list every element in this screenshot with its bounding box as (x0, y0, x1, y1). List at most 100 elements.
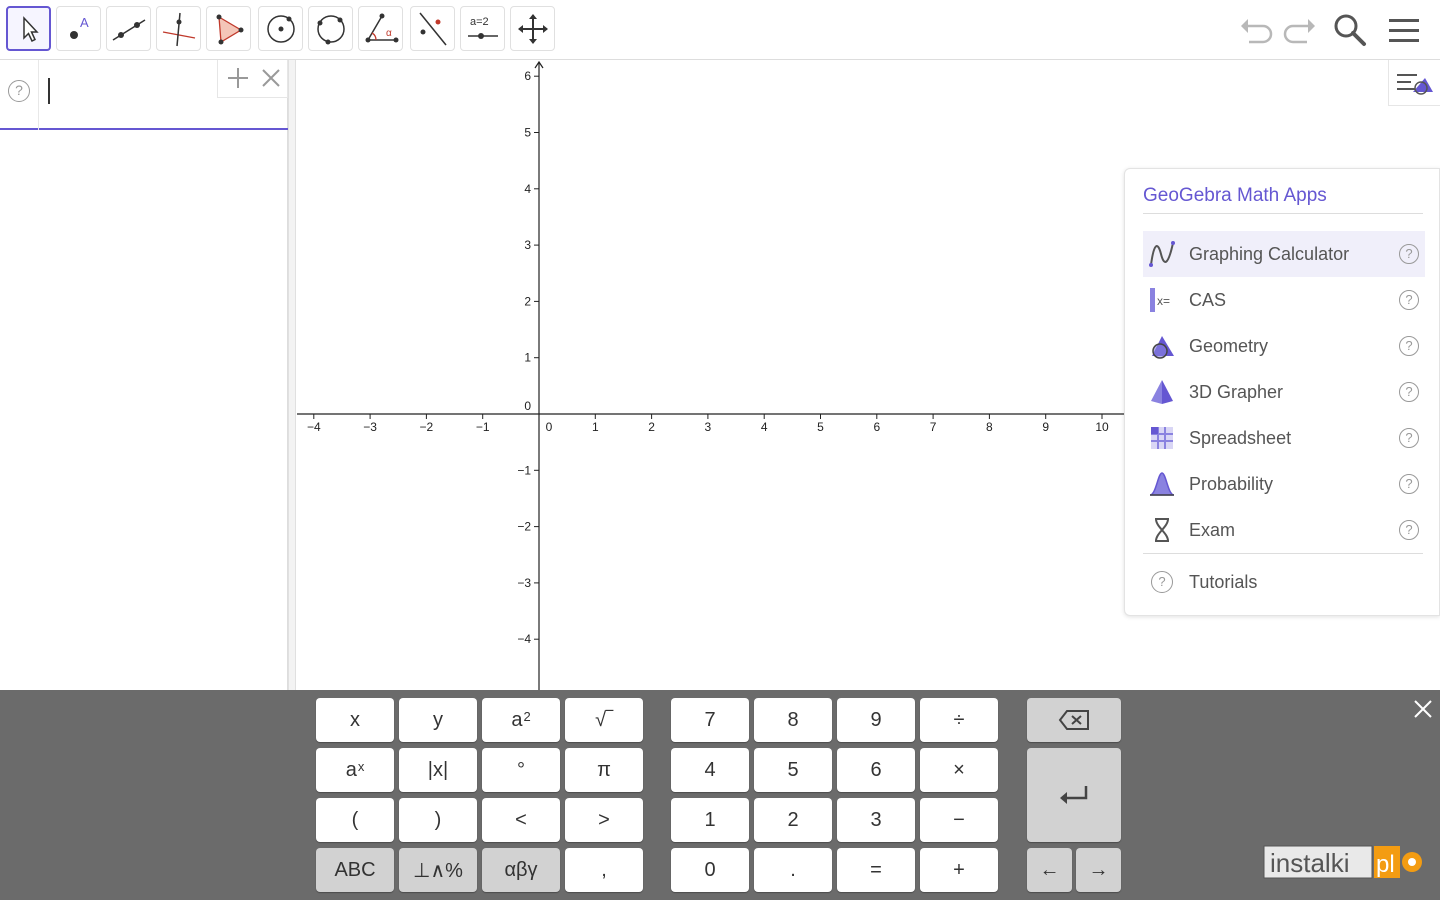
key-y[interactable]: y (399, 698, 477, 742)
key-minus[interactable]: − (920, 798, 998, 842)
circle-three-points-tool-button[interactable] (308, 6, 353, 51)
key-power[interactable]: ax (316, 748, 394, 792)
help-icon[interactable]: ? (1399, 474, 1419, 494)
help-icon[interactable]: ? (1399, 244, 1419, 264)
circle-center-tool-button[interactable] (258, 6, 303, 51)
app-item-spreadsheet[interactable]: Spreadsheet ? (1143, 415, 1425, 461)
key-6[interactable]: 6 (837, 748, 915, 792)
angle-tool-button[interactable]: α (358, 6, 403, 51)
key-7[interactable]: 7 (671, 698, 749, 742)
key-label: ⊥∧% (413, 859, 463, 882)
algebra-actions (217, 60, 288, 98)
key-9[interactable]: 9 (837, 698, 915, 742)
key-abs[interactable]: |x| (399, 748, 477, 792)
x-tick-label: 3 (705, 420, 712, 434)
redo-button[interactable] (1278, 8, 1322, 52)
undo-button[interactable] (1234, 8, 1278, 52)
help-icon[interactable]: ? (1399, 290, 1419, 310)
right-arrow-key[interactable]: → (1076, 848, 1121, 892)
key-8[interactable]: 8 (754, 698, 832, 742)
app-item-cas[interactable]: x= CAS ? (1143, 277, 1425, 323)
key-sqrt[interactable]: √‾ (565, 698, 643, 742)
graphics-style-button[interactable] (1388, 60, 1440, 106)
key-1[interactable]: 1 (671, 798, 749, 842)
key-symbols[interactable]: ⊥∧% (399, 848, 477, 892)
key-square[interactable]: a2 (482, 698, 560, 742)
key-2[interactable]: 2 (754, 798, 832, 842)
app-label: Probability (1189, 473, 1274, 494)
move-tool-button[interactable] (6, 6, 51, 51)
point-icon: A (69, 15, 89, 39)
app-item-3d-grapher[interactable]: 3D Grapher ? (1143, 369, 1425, 415)
help-icon[interactable]: ? (1399, 428, 1419, 448)
key-less-than[interactable]: < (482, 798, 560, 842)
key-abc[interactable]: ABC (316, 848, 394, 892)
view-separator[interactable] (288, 60, 296, 690)
search-button[interactable] (1328, 8, 1372, 52)
help-icon[interactable]: ? (1399, 382, 1419, 402)
key-4[interactable]: 4 (671, 748, 749, 792)
key-5[interactable]: 5 (754, 748, 832, 792)
probability-icon (1147, 469, 1177, 499)
perpendicular-line-tool-button[interactable] (156, 6, 201, 51)
key-label: ÷ (953, 708, 965, 731)
close-icon[interactable] (260, 67, 282, 89)
help-icon[interactable]: ? (1399, 520, 1419, 540)
key-label: ABC (334, 858, 376, 881)
key-pi[interactable]: π (565, 748, 643, 792)
key-label: = (870, 858, 882, 881)
app-item-graphing-calculator[interactable]: Graphing Calculator ? (1143, 231, 1425, 277)
left-arrow-key[interactable]: ← (1027, 848, 1072, 892)
key-label: π (597, 758, 611, 781)
key-x[interactable]: x (316, 698, 394, 742)
line-tool-button[interactable] (106, 6, 151, 51)
key-0[interactable]: 0 (671, 848, 749, 892)
add-icon[interactable] (226, 66, 250, 90)
app-label: Geometry (1189, 335, 1269, 356)
key-close-paren[interactable]: ) (399, 798, 477, 842)
help-icon[interactable]: ? (8, 80, 30, 102)
main-menu-button[interactable] (1382, 8, 1426, 52)
enter-key[interactable] (1027, 748, 1121, 842)
key-label: 4 (704, 758, 716, 781)
app-item-probability[interactable]: Probability ? (1143, 461, 1425, 507)
key-open-paren[interactable]: ( (316, 798, 394, 842)
y-tick-label: 2 (524, 294, 531, 308)
watermark-text: instalki (1270, 848, 1349, 878)
key-plus[interactable]: + (920, 848, 998, 892)
key-label: × (953, 758, 965, 781)
key-multiply[interactable]: × (920, 748, 998, 792)
key-equals[interactable]: = (837, 848, 915, 892)
x-tick-label: 9 (1042, 420, 1049, 434)
key-label: x (350, 708, 360, 731)
keyboard-close-button[interactable] (1410, 696, 1436, 722)
key-label: 2 (787, 808, 799, 831)
graphics-style-icon (1396, 73, 1433, 95)
key-decimal[interactable]: . (754, 848, 832, 892)
key-3[interactable]: 3 (837, 798, 915, 842)
app-item-exam[interactable]: Exam ? (1143, 507, 1425, 553)
x-tick-label: 5 (817, 420, 824, 434)
key-label: 1 (704, 808, 716, 831)
tutorials-item[interactable]: ? Tutorials (1143, 559, 1425, 605)
key-degree[interactable]: ° (482, 748, 560, 792)
undo-icon (1241, 19, 1273, 44)
key-divide[interactable]: ÷ (920, 698, 998, 742)
backspace-key[interactable] (1027, 698, 1121, 742)
move-graphics-view-tool-button[interactable] (510, 6, 555, 51)
app-item-geometry[interactable]: Geometry ? (1143, 323, 1425, 369)
polygon-tool-button[interactable] (206, 6, 251, 51)
x-tick-label: −1 (476, 420, 490, 434)
x-tick-label: 8 (986, 420, 993, 434)
help-icon[interactable]: ? (1399, 336, 1419, 356)
key-greater-than[interactable]: > (565, 798, 643, 842)
key-comma[interactable]: , (565, 848, 643, 892)
reflect-tool-button[interactable] (410, 6, 455, 51)
x-tick-label: 4 (761, 420, 768, 434)
point-tool-button[interactable]: A (56, 6, 101, 51)
key-greek[interactable]: αβγ (482, 848, 560, 892)
redo-icon (1283, 19, 1315, 44)
key-superscript: 2 (523, 708, 531, 724)
algebra-input[interactable] (54, 78, 204, 104)
slider-tool-button[interactable]: a=2 (460, 6, 505, 51)
